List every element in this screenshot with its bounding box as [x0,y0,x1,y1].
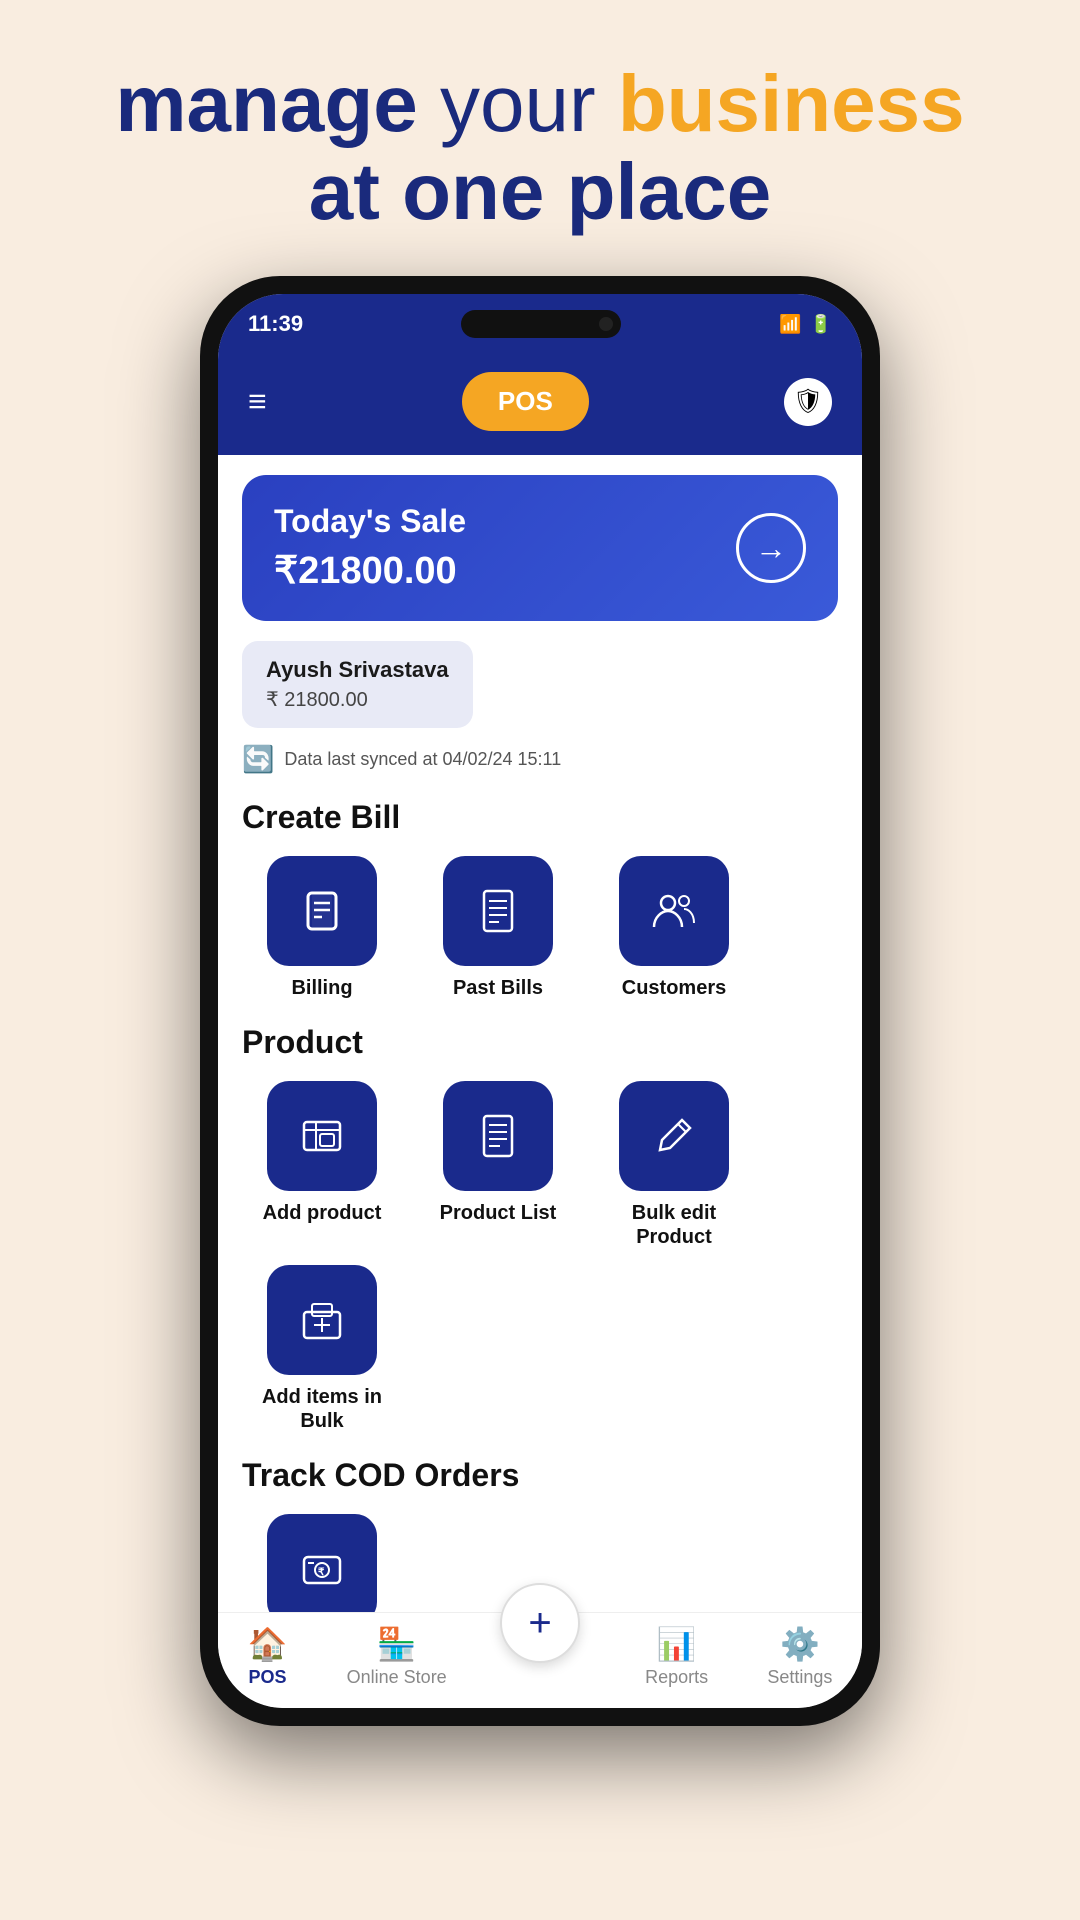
past-bills-label: Past Bills [453,976,543,1000]
status-bar: 11:39 📶 🔋 [218,294,862,354]
past-bills-tile[interactable]: Past Bills [418,856,578,1000]
cod-heading: Track COD Orders [242,1457,838,1494]
cod-icon: ₹ [267,1514,377,1612]
sale-amount: ₹21800.00 [274,548,466,593]
menu-icon[interactable]: ≡ [248,383,267,420]
shield-icon[interactable]: 🛡 [784,378,832,426]
headline-business: business [618,59,965,148]
customers-icon [619,856,729,966]
sale-arrow-button[interactable]: → [736,513,806,583]
sale-card[interactable]: Today's Sale ₹21800.00 → [242,475,838,621]
cod-tile[interactable]: ₹ COD [242,1514,402,1612]
fab-button[interactable]: + [500,1583,580,1663]
phone-shell: 11:39 📶 🔋 ≡ POS 🛡 Today's Sale ₹21800.00… [200,276,880,1726]
add-items-bulk-icon [267,1265,377,1375]
app-header: ≡ POS 🛡 [218,354,862,455]
product-grid: Add product Product List [242,1081,838,1433]
bulk-edit-tile[interactable]: Bulk edit Product [594,1081,754,1249]
pos-button[interactable]: POS [462,372,589,431]
wifi-icon: 📶 [779,314,801,335]
nav-pos[interactable]: 🏠 POS [248,1625,288,1688]
add-product-icon [267,1081,377,1191]
sync-icon: 🔄 [242,744,274,775]
user-name: Ayush Srivastava [266,657,449,683]
main-content: Ayush Srivastava ₹ 21800.00 🔄 Data last … [218,641,862,1612]
product-section: Product Add product [242,1024,838,1433]
customers-label: Customers [622,976,726,1000]
add-product-tile[interactable]: Add product [242,1081,402,1249]
create-bill-section: Create Bill [242,799,838,1000]
status-icons: 📶 🔋 [779,314,832,335]
billing-icon [267,856,377,966]
headline-your: your [418,59,618,148]
headline-line2: at one place [115,148,964,236]
nav-pos-label: POS [249,1667,287,1688]
svg-text:₹: ₹ [318,1567,325,1578]
phone-screen: 11:39 📶 🔋 ≡ POS 🛡 Today's Sale ₹21800.00… [218,294,862,1708]
nav-store-icon: 🏪 [377,1625,417,1663]
bottom-nav: + 🏠 POS 🏪 Online Store 📊 Reports ⚙️ Sett… [218,1612,862,1708]
nav-pos-icon: 🏠 [248,1625,288,1663]
headline-manage: manage [115,59,417,148]
add-product-label: Add product [263,1201,382,1225]
nav-settings-icon: ⚙️ [780,1625,820,1663]
status-time: 11:39 [248,311,303,337]
product-list-label: Product List [440,1201,557,1225]
nav-settings[interactable]: ⚙️ Settings [767,1625,832,1688]
create-bill-heading: Create Bill [242,799,838,836]
sale-title: Today's Sale [274,503,466,540]
sync-text: Data last synced at 04/02/24 15:11 [284,749,561,770]
sync-row: 🔄 Data last synced at 04/02/24 15:11 [242,744,838,775]
product-list-tile[interactable]: Product List [418,1081,578,1249]
add-items-bulk-tile[interactable]: Add items in Bulk [242,1265,402,1433]
nav-reports-label: Reports [645,1667,708,1688]
product-list-icon [443,1081,553,1191]
battery-icon: 🔋 [810,314,832,335]
nav-online-store[interactable]: 🏪 Online Store [347,1625,447,1688]
customers-tile[interactable]: Customers [594,856,754,1000]
nav-reports-icon: 📊 [657,1625,697,1663]
nav-settings-label: Settings [767,1667,832,1688]
camera [599,317,613,331]
billing-tile[interactable]: Billing [242,856,402,1000]
headline: manage your business at one place [115,60,964,236]
add-items-bulk-label: Add items in Bulk [242,1385,402,1433]
nav-reports[interactable]: 📊 Reports [645,1625,708,1688]
bulk-edit-label: Bulk edit Product [594,1201,754,1249]
create-bill-grid: Billing Past Bills [242,856,838,1000]
user-amount: ₹ 21800.00 [266,687,449,712]
billing-label: Billing [291,976,352,1000]
nav-store-label: Online Store [347,1667,447,1688]
product-heading: Product [242,1024,838,1061]
user-badge: Ayush Srivastava ₹ 21800.00 [242,641,473,728]
past-bills-icon [443,856,553,966]
bulk-edit-icon [619,1081,729,1191]
notch [461,310,621,338]
